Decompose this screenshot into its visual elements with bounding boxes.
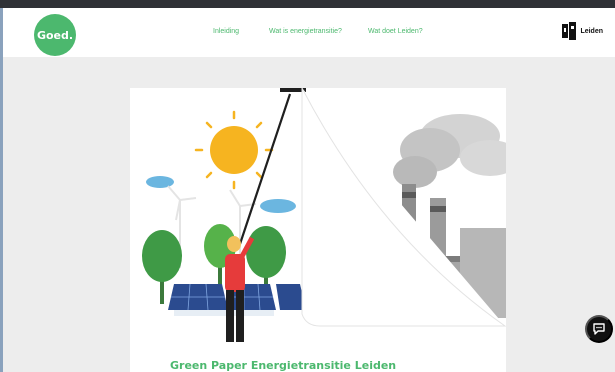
nav-link-inleiding[interactable]: Inleiding (213, 28, 239, 35)
nav-link-wat-is-energietransitie[interactable]: Wat is energietransitie? (269, 28, 342, 35)
leiden-crest-icon (562, 22, 577, 40)
chat-icon (593, 323, 605, 335)
brand-label: Leiden (580, 27, 603, 35)
leiden-brand[interactable]: Leiden (562, 22, 603, 40)
hero-card: Green Paper Energietransitie Leiden (130, 88, 506, 372)
main-navigation: Inleiding Wat is energietransitie? Wat d… (3, 28, 615, 42)
green-scene (142, 88, 306, 342)
hero-title: Green Paper Energietransitie Leiden (170, 359, 397, 372)
nav-link-wat-doet-leiden[interactable]: Wat doet Leiden? (368, 28, 423, 35)
top-navigation-bar: Goed. Inleiding Wat is energietransitie?… (3, 8, 615, 57)
hero-illustration (142, 88, 506, 342)
browser-top-strip (0, 0, 615, 8)
window-left-edge (0, 8, 3, 372)
chat-button[interactable] (585, 315, 613, 343)
